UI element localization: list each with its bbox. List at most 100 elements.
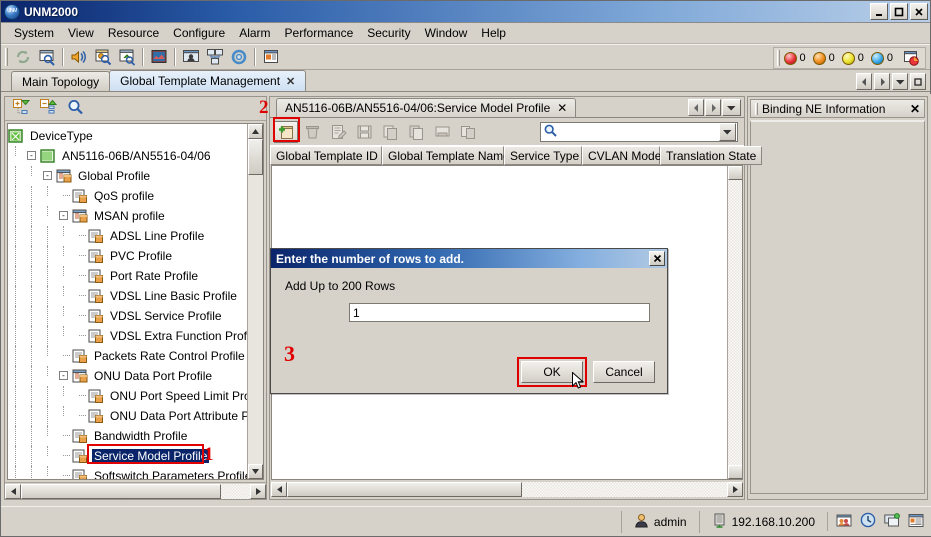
tree-hscroll-track[interactable] — [21, 483, 250, 499]
menu-window[interactable]: Window — [418, 24, 475, 42]
tree-node-packets-rate-control-profile[interactable]: Packets Rate Control Profile — [8, 346, 263, 366]
maximize-button[interactable] — [890, 3, 908, 20]
tab-main-topology[interactable]: Main Topology — [11, 71, 111, 91]
alarm-panel-icon[interactable] — [901, 48, 921, 68]
device-tree[interactable]: DeviceType - AN5116-06B/AN5516-04/06- Globa… — [7, 123, 264, 480]
tab-scroll-left-icon[interactable] — [856, 73, 872, 90]
settings-icon[interactable] — [228, 46, 250, 68]
tree-node-vdsl-line-basic-profile[interactable]: VDSL Line Basic Profile — [8, 286, 263, 306]
tree-scroll-thumb[interactable] — [248, 139, 263, 175]
tree-search-icon[interactable] — [67, 99, 84, 118]
binding-ne-close-icon[interactable]: ✕ — [910, 102, 920, 116]
table-hscroll-track[interactable] — [287, 482, 727, 497]
minimize-button[interactable] — [870, 3, 888, 20]
tree-expander-toggle[interactable]: - — [24, 146, 40, 166]
tree-horizontal-scrollbar[interactable] — [5, 482, 266, 499]
inner-tab-scroll-left-icon[interactable] — [688, 99, 704, 116]
menu-performance[interactable]: Performance — [278, 24, 361, 42]
edit-icon[interactable] — [326, 121, 350, 143]
table-vertical-scrollbar[interactable] — [727, 166, 742, 479]
tree-node-onu-port-speed-limit-profile[interactable]: ONU Port Speed Limit Profile — [8, 386, 263, 406]
tree-node-global-profile[interactable]: - Global Profile — [8, 166, 263, 186]
network-icon[interactable] — [204, 46, 226, 68]
column-header-service-type[interactable]: Service Type — [504, 146, 582, 165]
tree-node-devicetype[interactable]: DeviceType — [8, 126, 263, 146]
tree-scroll-down-icon[interactable] — [248, 464, 263, 479]
sound-icon[interactable] — [68, 46, 90, 68]
network-status-icon[interactable] — [884, 512, 900, 531]
tree-node-vdsl-service-profile[interactable]: VDSL Service Profile — [8, 306, 263, 326]
menu-security[interactable]: Security — [360, 24, 417, 42]
duplicate-icon[interactable] — [456, 121, 480, 143]
paste-icon[interactable] — [404, 121, 428, 143]
column-header-cvlan-mode[interactable]: CVLAN Mode — [582, 146, 661, 165]
alarm-major[interactable]: 0 — [812, 51, 835, 65]
tree-node-service-model-profile[interactable]: Service Model Profile — [8, 446, 263, 466]
tree-scroll-up-icon[interactable] — [248, 124, 263, 139]
tree-node-an5116-06b-an5516-04-06[interactable]: - AN5116-06B/AN5516-04/06 — [8, 146, 263, 166]
menu-system[interactable]: System — [7, 24, 61, 42]
refresh-icon[interactable] — [12, 46, 34, 68]
tree-expander-toggle[interactable]: - — [56, 206, 72, 226]
column-header-translation-state[interactable]: Translation State — [660, 146, 762, 165]
alarm-export-icon[interactable] — [116, 46, 138, 68]
tree-hscroll-left-icon[interactable] — [5, 483, 21, 499]
tab-restore-icon[interactable] — [910, 73, 926, 90]
alarm-minor[interactable]: 0 — [841, 51, 864, 65]
menu-resource[interactable]: Resource — [101, 24, 166, 42]
users-online-icon[interactable] — [836, 513, 852, 531]
tree-node-pvc-profile[interactable]: PVC Profile — [8, 246, 263, 266]
alarm-critical[interactable]: 0 — [783, 51, 806, 65]
topology-icon[interactable] — [148, 46, 170, 68]
search-chevron-down-icon[interactable] — [719, 122, 736, 141]
menu-alarm[interactable]: Alarm — [232, 24, 277, 42]
search-input[interactable] — [560, 123, 720, 140]
find-device-icon[interactable] — [36, 46, 58, 68]
tree-node-adsl-line-profile[interactable]: ADSL Line Profile — [8, 226, 263, 246]
binding-ne-grip[interactable] — [755, 102, 758, 115]
column-header-global-template-name[interactable]: Global Template Name — [382, 146, 510, 165]
expand-all-icon[interactable] — [13, 99, 31, 118]
tree-node-qos-profile[interactable]: QoS profile — [8, 186, 263, 206]
table-hscroll-thumb[interactable] — [287, 482, 522, 497]
inner-tab-service-model-profile[interactable]: AN5116-06B/AN5516-04/06:Service Model Pr… — [276, 98, 577, 117]
table-search-box[interactable] — [540, 121, 738, 142]
alarm-panel-grip[interactable] — [776, 50, 780, 66]
dialog-close-icon[interactable] — [649, 251, 665, 266]
tree-hscroll-right-icon[interactable] — [250, 483, 266, 499]
clock-icon[interactable] — [860, 512, 876, 531]
user-monitor-icon[interactable] — [180, 46, 202, 68]
rows-count-input[interactable] — [349, 303, 650, 322]
import-icon[interactable] — [430, 121, 454, 143]
tree-node-softswitch-parameters-profile[interactable]: Softswitch Parameters Profile — [8, 466, 263, 479]
collapse-all-icon[interactable] — [40, 99, 58, 118]
menu-configure[interactable]: Configure — [166, 24, 232, 42]
tab-list-chevron-down-icon[interactable] — [892, 73, 908, 90]
table-scroll-up-icon[interactable] — [728, 166, 742, 180]
tree-node-vdsl-extra-function-profile[interactable]: VDSL Extra Function Profile — [8, 326, 263, 346]
tree-node-onu-data-port-attribute-pro[interactable]: ONU Data Port Attribute Pro — [8, 406, 263, 426]
tree-hscroll-thumb[interactable] — [21, 483, 221, 499]
tree-node-onu-data-port-profile[interactable]: - ONU Data Port Profile — [8, 366, 263, 386]
tree-expander-toggle[interactable]: - — [56, 366, 72, 386]
tree-vertical-scrollbar[interactable] — [247, 124, 263, 479]
table-hscroll-left-icon[interactable] — [271, 482, 287, 497]
menu-help[interactable]: Help — [474, 24, 513, 42]
table-hscroll-right-icon[interactable] — [727, 482, 743, 497]
save-icon[interactable] — [352, 121, 376, 143]
tree-node-bandwidth-profile[interactable]: Bandwidth Profile — [8, 426, 263, 446]
cancel-button[interactable]: Cancel — [593, 361, 655, 383]
toolbar-grip[interactable] — [5, 48, 8, 66]
tree-node-msan-profile[interactable]: - MSAN profile — [8, 206, 263, 226]
tab-scroll-right-icon[interactable] — [874, 73, 890, 90]
table-scroll-down-icon[interactable] — [728, 465, 742, 479]
inner-tab-scroll-right-icon[interactable] — [705, 99, 721, 116]
menu-view[interactable]: View — [61, 24, 101, 42]
tree-expander-toggle[interactable]: - — [40, 166, 56, 186]
inner-tab-close-icon[interactable]: ✕ — [557, 101, 567, 115]
log-icon[interactable] — [908, 513, 924, 531]
alarm-search-icon[interactable] — [92, 46, 114, 68]
inner-tab-chevron-down-icon[interactable] — [722, 99, 741, 116]
tree-node-port-rate-profile[interactable]: Port Rate Profile — [8, 266, 263, 286]
report-icon[interactable] — [260, 46, 282, 68]
